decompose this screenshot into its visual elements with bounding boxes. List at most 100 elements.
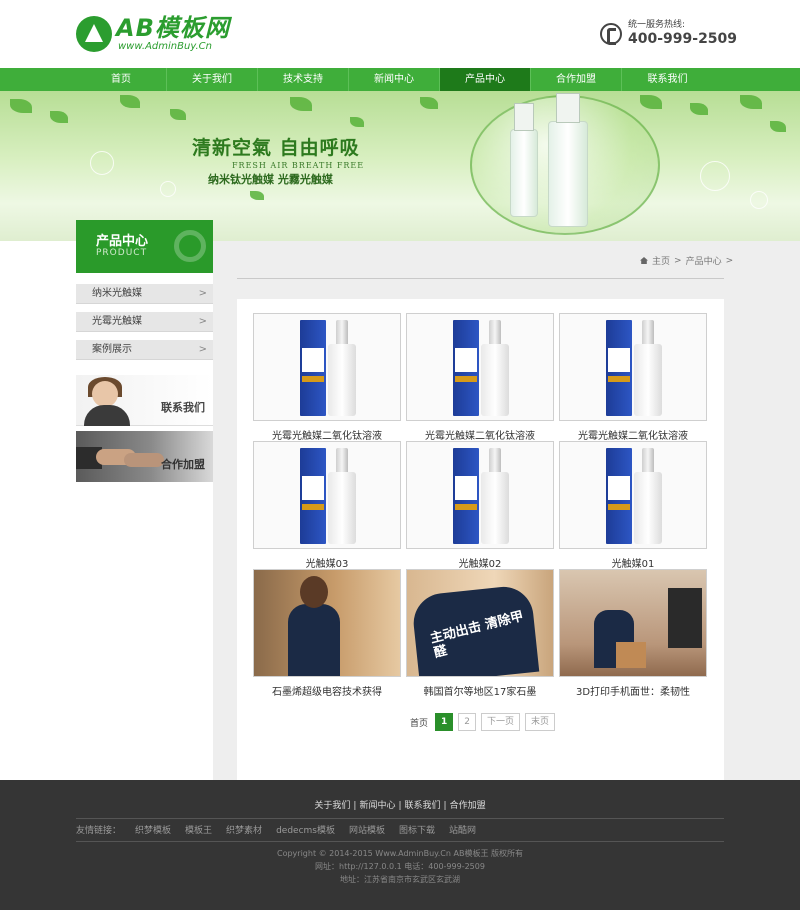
case-image[interactable]: 主动出击 清除甲醛 bbox=[406, 569, 554, 677]
spray-body bbox=[634, 344, 662, 416]
product-title[interactable]: 光触媒02 bbox=[406, 555, 554, 570]
contact-us-banner[interactable]: 联系我们 bbox=[76, 375, 213, 426]
address: 地址：江苏省南京市玄武区玄武湖 bbox=[340, 875, 460, 884]
nav-items: 首页 关于我们 技术支持 新闻中心 产品中心 合作加盟 联系我们 bbox=[76, 68, 724, 91]
product-image[interactable] bbox=[253, 441, 401, 549]
spray-bottle bbox=[328, 448, 356, 544]
product-card[interactable]: 光霉光触媒二氧化钛溶液 bbox=[253, 313, 401, 442]
case-title[interactable]: 韩国首尔等地区17家石墨 bbox=[406, 683, 554, 698]
nav-item-about[interactable]: 关于我们 bbox=[167, 68, 258, 91]
product-box bbox=[606, 448, 632, 544]
spray-body bbox=[481, 344, 509, 416]
bubble-decoration bbox=[160, 181, 176, 197]
footer-link-news[interactable]: 新闻中心 bbox=[359, 801, 395, 811]
agent-avatar bbox=[92, 381, 118, 407]
leaf-decoration bbox=[740, 95, 762, 109]
sidebar-item-guangmei[interactable]: 光霉光触媒 > bbox=[76, 312, 213, 332]
bottle-large-cap bbox=[556, 93, 580, 123]
box-band bbox=[455, 504, 477, 510]
sidebar-item-label: 光霉光触媒 bbox=[92, 316, 142, 327]
pager-next[interactable]: 下一页 bbox=[481, 713, 521, 731]
product-image[interactable] bbox=[253, 313, 401, 421]
product-card[interactable]: 光触媒02 bbox=[406, 441, 554, 570]
contact-info: 网址：http://127.0.0.1 电话：400-999-2509 bbox=[315, 862, 485, 871]
join-us-banner[interactable]: 合作加盟 bbox=[76, 431, 213, 482]
friend-link[interactable]: 织梦模板 bbox=[135, 823, 171, 836]
spray-cap bbox=[642, 448, 654, 474]
hotline-text: 统一服务热线: 400-999-2509 bbox=[628, 20, 737, 48]
breadcrumb-home[interactable]: 主页 bbox=[652, 254, 670, 267]
nav-item-products[interactable]: 产品中心 bbox=[440, 68, 531, 91]
footer-link-contact[interactable]: 联系我们 bbox=[405, 801, 441, 811]
chevron-right-icon: > bbox=[198, 288, 207, 299]
case-image[interactable] bbox=[559, 569, 707, 677]
sidebar-item-nano[interactable]: 纳米光触媒 > bbox=[76, 284, 213, 304]
nav-item-contact[interactable]: 联系我们 bbox=[622, 68, 713, 91]
leaf-decoration bbox=[690, 103, 708, 115]
footer-link-join[interactable]: 合作加盟 bbox=[450, 801, 486, 811]
leaf-decoration bbox=[120, 95, 140, 108]
spray-bottle bbox=[634, 448, 662, 544]
case-image[interactable] bbox=[253, 569, 401, 677]
footer-link-about[interactable]: 关于我们 bbox=[314, 801, 350, 811]
page: AB模板网 www.AdminBuy.Cn 统一服务热线: 400-999-25… bbox=[0, 0, 800, 910]
friend-link[interactable]: 网站模板 bbox=[349, 823, 385, 836]
banner-headline: 清新空氣 自由呼吸 bbox=[192, 137, 360, 159]
spray-bottle bbox=[328, 320, 356, 416]
box-band bbox=[302, 376, 324, 382]
product-card[interactable]: 光霉光触媒二氧化钛溶液 bbox=[406, 313, 554, 442]
leaf-decoration bbox=[640, 95, 662, 109]
pager-page-2[interactable]: 2 bbox=[458, 713, 477, 731]
sidebar-item-cases[interactable]: 案例展示 > bbox=[76, 340, 213, 360]
product-image[interactable] bbox=[406, 313, 554, 421]
product-image[interactable] bbox=[559, 441, 707, 549]
nav-item-support[interactable]: 技术支持 bbox=[258, 68, 349, 91]
box-label bbox=[608, 348, 630, 372]
spray-body bbox=[328, 472, 356, 544]
bottle-large bbox=[548, 121, 588, 227]
pager-first[interactable]: 首页 bbox=[410, 716, 430, 729]
breadcrumb-current[interactable]: 产品中心 bbox=[686, 254, 722, 267]
product-card[interactable]: 光触媒01 bbox=[559, 441, 707, 570]
product-card[interactable]: 光触媒03 bbox=[253, 441, 401, 570]
friend-link[interactable]: 站酷网 bbox=[449, 823, 476, 836]
nav-item-news[interactable]: 新闻中心 bbox=[349, 68, 440, 91]
box-label bbox=[455, 476, 477, 500]
leaf-decoration bbox=[350, 117, 364, 127]
join-us-label: 合作加盟 bbox=[161, 458, 205, 471]
product-title[interactable]: 光霉光触媒二氧化钛溶液 bbox=[559, 427, 707, 442]
case-card[interactable]: 3D打印手机面世：柔韧性 bbox=[559, 569, 707, 698]
product-box bbox=[300, 448, 326, 544]
case-title[interactable]: 石墨烯超级电容技术获得 bbox=[253, 683, 401, 698]
footer-separator: | bbox=[443, 801, 447, 811]
product-title[interactable]: 光霉光触媒二氧化钛溶液 bbox=[253, 427, 401, 442]
friend-link[interactable]: 图标下载 bbox=[399, 823, 435, 836]
nav-item-join[interactable]: 合作加盟 bbox=[531, 68, 622, 91]
product-card[interactable]: 光霉光触媒二氧化钛溶液 bbox=[559, 313, 707, 442]
case-card[interactable]: 主动出击 清除甲醛 韩国首尔等地区17家石墨 bbox=[406, 569, 554, 698]
worker-figure bbox=[288, 604, 340, 676]
case-title[interactable]: 3D打印手机面世：柔韧性 bbox=[559, 683, 707, 698]
footer-separator: | bbox=[398, 801, 402, 811]
leaf-decoration bbox=[50, 111, 68, 123]
footer-links: 关于我们 | 新闻中心 | 联系我们 | 合作加盟 bbox=[0, 798, 800, 811]
product-title[interactable]: 光触媒03 bbox=[253, 555, 401, 570]
nav-item-home[interactable]: 首页 bbox=[76, 68, 167, 91]
gear-icon bbox=[174, 230, 206, 262]
friend-link[interactable]: dedecms模板 bbox=[276, 823, 335, 836]
bubble-decoration bbox=[700, 161, 730, 191]
agent-body bbox=[84, 405, 130, 426]
product-grid: 光霉光触媒二氧化钛溶液 光霉光触媒二氧化钛溶液 光霉光触媒二氧化钛溶液 光触媒0… bbox=[237, 299, 724, 780]
friend-link[interactable]: 模板王 bbox=[185, 823, 212, 836]
friend-link[interactable]: 织梦素材 bbox=[226, 823, 262, 836]
product-title[interactable]: 光触媒01 bbox=[559, 555, 707, 570]
product-box bbox=[453, 320, 479, 416]
pager-page-1[interactable]: 1 bbox=[435, 713, 454, 731]
logo[interactable]: AB模板网 www.AdminBuy.Cn bbox=[76, 12, 230, 56]
product-image[interactable] bbox=[559, 313, 707, 421]
product-title[interactable]: 光霉光触媒二氧化钛溶液 bbox=[406, 427, 554, 442]
case-card[interactable]: 石墨烯超级电容技术获得 bbox=[253, 569, 401, 698]
pager-last[interactable]: 末页 bbox=[525, 713, 556, 731]
footer-divider bbox=[76, 818, 724, 819]
product-image[interactable] bbox=[406, 441, 554, 549]
